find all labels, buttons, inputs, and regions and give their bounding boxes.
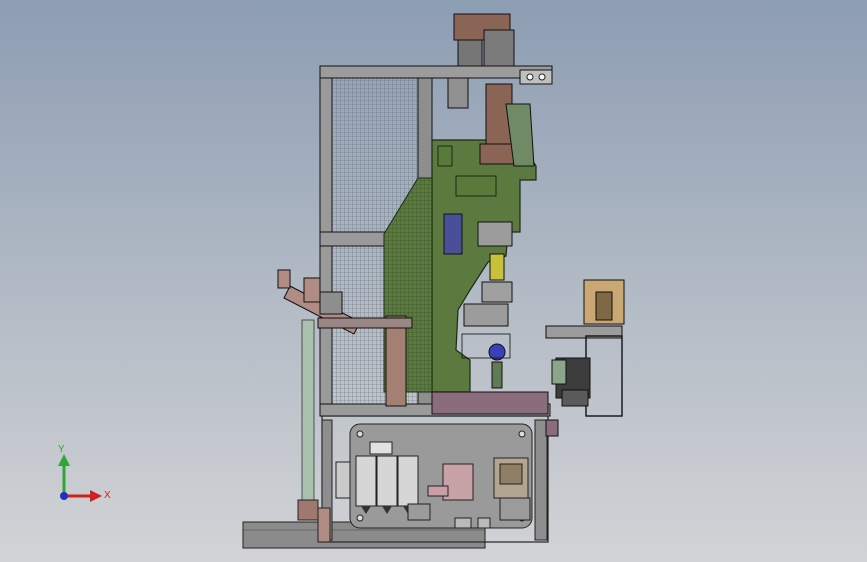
cad-viewport[interactable]: Y X (0, 0, 867, 562)
y-axis-label: Y (58, 444, 65, 455)
x-axis-label: X (104, 490, 111, 501)
side-fixture (545, 279, 625, 417)
coordinate-triad: Y X (58, 444, 111, 502)
machine-drawing: Y X (58, 13, 625, 549)
z-axis-marker (60, 492, 68, 500)
